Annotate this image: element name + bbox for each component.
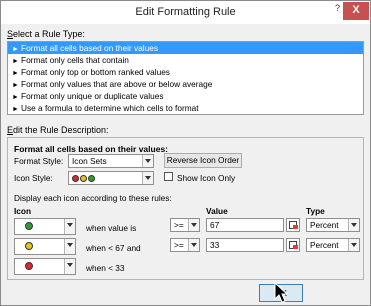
rule-type-item[interactable]: ► Format only values that are above or be… [8,78,363,90]
chevron-down-icon [188,239,199,251]
chevron-down-icon [348,219,359,231]
value-input-2[interactable]: 33 [206,238,284,252]
show-icon-only-checkbox[interactable] [164,172,173,181]
red-circle-icon [25,262,33,270]
edit-formatting-rule-dialog: Edit Formatting Rule ? X Select a Rule T… [0,0,371,306]
format-style-label: Format Style: [14,156,64,166]
range-select-icon[interactable] [286,218,300,232]
icon-style-select[interactable] [68,171,154,185]
rule-description-label: Edit the Rule Description: [7,125,109,135]
reverse-icon-order-button[interactable]: Reverse Icon Order [164,153,242,168]
rule-type-item[interactable]: ► Format only cells that contain [8,54,363,66]
yellow-circle-icon [80,175,87,183]
rule-type-label: Select a Rule Type: [7,29,85,39]
rule-condition-label: when < 67 and [86,243,141,253]
value-input-1[interactable]: 67 [206,218,284,232]
chevron-down-icon [64,259,75,274]
show-icon-only-label: Show Icon Only [177,173,236,183]
title-bar: Edit Formatting Rule ? X [1,1,370,24]
format-style-value: Icon Sets [72,156,107,166]
range-select-icon[interactable] [286,238,300,252]
rule-condition-label: when value is [86,223,137,233]
rule-type-item[interactable]: ► Format all cells based on their values [8,42,363,54]
chevron-down-icon [188,219,199,231]
chevron-down-icon [64,219,75,234]
mouse-cursor-icon [274,282,288,303]
green-circle-icon [25,222,33,230]
icon-column-header: Icon [14,206,32,216]
description-heading: Format all cells based on their values: [14,144,168,154]
chevron-down-icon [142,172,153,184]
type-select-2[interactable]: Percent [306,238,360,252]
chevron-down-icon [348,239,359,251]
icon-select-1[interactable] [14,218,76,235]
operator-select-2[interactable]: >= [170,238,200,252]
icon-select-2[interactable] [14,238,76,255]
type-select-1[interactable]: Percent [306,218,360,232]
green-circle-icon [88,175,95,183]
display-rules-text: Display each icon according to these rul… [14,193,172,203]
type-column-header: Type [306,206,325,216]
yellow-circle-icon [25,242,33,250]
rule-type-list[interactable]: ► Format all cells based on their values … [7,41,364,115]
icon-style-label: Icon Style: [14,173,53,183]
operator-select-1[interactable]: >= [170,218,200,232]
help-button[interactable]: ? [335,3,340,13]
dialog-title: Edit Formatting Rule [135,6,236,18]
value-column-header: Value [206,206,228,216]
rule-description-box: Format all cells based on their values: … [7,137,364,280]
close-button[interactable]: X [343,2,369,20]
rule-type-item[interactable]: ► Format only top or bottom ranked values [8,66,363,78]
format-style-select[interactable]: Icon Sets [68,154,154,168]
rule-type-item[interactable]: ► Use a formula to determine which cells … [8,102,363,114]
rule-type-item[interactable]: ► Format only unique or duplicate values [8,90,363,102]
rule-condition-label: when < 33 [86,263,125,273]
red-circle-icon [72,175,79,183]
icon-select-3[interactable] [14,258,76,275]
chevron-down-icon [142,155,153,167]
chevron-down-icon [64,239,75,254]
icon-style-swatch [72,173,96,183]
